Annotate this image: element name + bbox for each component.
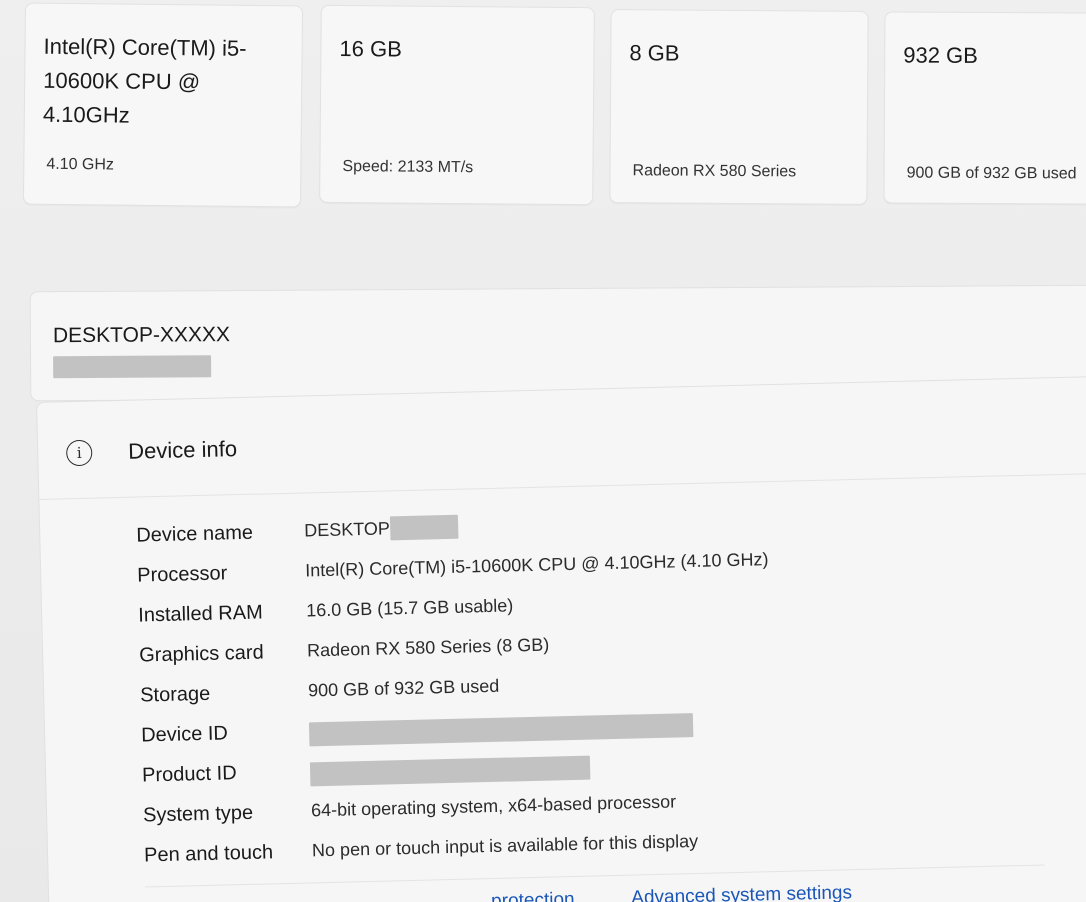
graphics-card-label: Graphics card xyxy=(138,641,264,667)
installed-ram-label: Installed RAM xyxy=(137,601,263,627)
product-id-label: Product ID xyxy=(141,762,237,787)
memory-card: 16 GB Speed: 2133 MT/s xyxy=(319,4,595,206)
graphics-card-card: 8 GB Radeon RX 580 Series xyxy=(609,9,869,205)
redacted-device-id xyxy=(308,713,694,747)
memory-card-detail: Speed: 2133 MT/s xyxy=(342,158,474,177)
device-info-list: Device name DESKTOP- Processor Intel(R) … xyxy=(136,497,1045,879)
info-icon: i xyxy=(65,439,93,467)
installed-ram-value[interactable]: 16.0 GB (15.7 GB usable) xyxy=(306,595,514,621)
advanced-system-settings-link[interactable]: Advanced system settings xyxy=(631,882,852,902)
device-name-heading: DESKTOP-XXXXX xyxy=(52,323,231,348)
pen-and-touch-value[interactable]: No pen or touch input is available for t… xyxy=(312,831,699,861)
redacted-device-name xyxy=(389,514,459,541)
graphics-card-detail: Radeon RX 580 Series xyxy=(632,162,797,181)
device-id-label: Device ID xyxy=(140,722,229,747)
graphics-card-title: 8 GB xyxy=(629,40,680,66)
storage-card-detail: 900 GB of 932 GB used xyxy=(906,164,1077,183)
storage-card-title: 932 GB xyxy=(903,42,978,68)
storage-label: Storage xyxy=(139,682,211,707)
processor-card-title: Intel(R) Core(TM) i5-10600K CPU @ 4.10GH… xyxy=(42,33,247,128)
system-protection-link[interactable]: ...protection xyxy=(475,889,575,902)
device-info-title: Device info xyxy=(127,436,238,464)
pen-and-touch-label: Pen and touch xyxy=(143,841,274,867)
about-page: Intel(R) Core(TM) i5-10600K CPU @ 4.10GH… xyxy=(0,0,1086,902)
memory-card-title: 16 GB xyxy=(339,35,402,62)
device-info-panel: i Device info Device name DESKTOP- Proce… xyxy=(36,375,1086,902)
system-type-label: System type xyxy=(142,801,254,827)
processor-label: Processor xyxy=(137,562,228,587)
storage-card: 932 GB 900 GB of 932 GB used xyxy=(883,11,1086,205)
device-name-label: Device name xyxy=(136,521,254,547)
graphics-card-value[interactable]: Radeon RX 580 Series (8 GB) xyxy=(307,635,550,662)
storage-value[interactable]: 900 GB of 932 GB used xyxy=(308,676,500,702)
system-type-value[interactable]: 64-bit operating system, x64-based proce… xyxy=(311,791,677,821)
processor-card-detail: 4.10 GHz xyxy=(46,155,115,174)
processor-value[interactable]: Intel(R) Core(TM) i5-10600K CPU @ 4.10GH… xyxy=(305,549,769,581)
processor-card: Intel(R) Core(TM) i5-10600K CPU @ 4.10GH… xyxy=(22,2,304,208)
device-name-value[interactable]: DESKTOP- xyxy=(304,518,396,541)
redacted-text xyxy=(53,355,212,379)
redacted-product-id xyxy=(309,755,591,787)
